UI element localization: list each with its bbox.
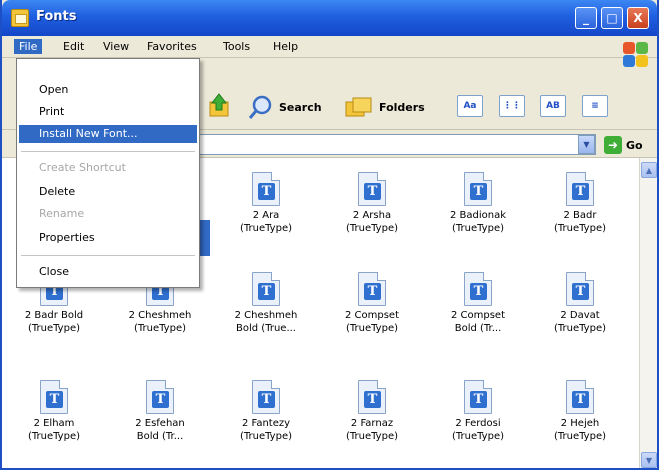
truetype-font-icon: T xyxy=(252,172,280,206)
view-list-by-similarity-button[interactable]: Aa xyxy=(457,95,483,117)
maximize-button[interactable]: □ xyxy=(601,7,623,29)
menu-file[interactable]: File xyxy=(14,39,43,54)
search-icon xyxy=(248,95,272,119)
window-title: Fonts xyxy=(36,9,77,24)
font-item[interactable]: T 2 Ara (TrueType) xyxy=(218,172,314,235)
fonts-window: Fonts _ □ X File Edit View Favorites Too… xyxy=(0,0,659,470)
selected-item-highlight xyxy=(200,220,210,256)
menu-separator xyxy=(21,255,195,256)
menu-item-create-shortcut: Create Shortcut xyxy=(39,161,126,174)
fonts-folder-icon xyxy=(11,9,29,27)
truetype-font-icon: T xyxy=(464,380,492,414)
menu-help[interactable]: Help xyxy=(268,39,303,54)
view-details-button[interactable]: ≡ xyxy=(582,95,608,117)
search-button[interactable]: Search xyxy=(248,94,322,120)
font-item[interactable]: T 2 Ferdosi (TrueType) xyxy=(430,380,526,443)
menu-view[interactable]: View xyxy=(98,39,134,54)
font-item[interactable]: T 2 Compset Bold (Tr... xyxy=(430,272,526,335)
font-item[interactable]: T 2 Hejeh (TrueType) xyxy=(532,380,628,443)
address-dropdown-icon[interactable]: ▼ xyxy=(578,135,595,154)
go-label: Go xyxy=(626,138,643,152)
font-item[interactable]: T 2 Farnaz (TrueType) xyxy=(324,380,420,443)
windows-logo-icon xyxy=(621,40,651,70)
menu-item-delete[interactable]: Delete xyxy=(19,183,197,201)
font-item[interactable]: T 2 Badionak (TrueType) xyxy=(430,172,526,235)
menu-tools[interactable]: Tools xyxy=(218,39,255,54)
truetype-font-icon: T xyxy=(146,380,174,414)
folders-icon xyxy=(345,97,372,117)
close-button[interactable]: X xyxy=(627,7,649,29)
truetype-font-icon: T xyxy=(252,380,280,414)
truetype-font-icon: T xyxy=(252,272,280,306)
view-large-icons-button[interactable]: AB xyxy=(540,95,566,117)
menu-item-rename: Rename xyxy=(39,207,85,220)
menu-item-open[interactable]: Open xyxy=(19,81,197,99)
go-button[interactable]: ➜ Go xyxy=(604,136,643,154)
font-item[interactable]: T 2 Cheshmeh Bold (True... xyxy=(218,272,314,335)
up-folder-icon[interactable] xyxy=(208,92,230,118)
truetype-font-icon: T xyxy=(358,172,386,206)
menu-bar: File Edit View Favorites Tools Help xyxy=(2,36,657,58)
scroll-down-icon[interactable]: ▼ xyxy=(641,452,657,468)
menu-item-properties[interactable]: Properties xyxy=(19,229,197,247)
font-item[interactable]: T 2 Badr (TrueType) xyxy=(532,172,628,235)
truetype-font-icon: T xyxy=(358,380,386,414)
font-item[interactable]: T 2 Arsha (TrueType) xyxy=(324,172,420,235)
menu-item-install-new-font[interactable]: Install New Font... xyxy=(19,125,197,143)
title-bar[interactable]: Fonts _ □ X xyxy=(2,0,657,36)
view-icons-button[interactable]: ⋮⋮ xyxy=(499,95,525,117)
address-field[interactable] xyxy=(198,134,596,155)
menu-favorites[interactable]: Favorites xyxy=(142,39,202,54)
font-item[interactable]: T 2 Fantezy (TrueType) xyxy=(218,380,314,443)
font-item[interactable]: T 2 Davat (TrueType) xyxy=(532,272,628,335)
truetype-font-icon: T xyxy=(566,172,594,206)
truetype-font-icon: T xyxy=(464,172,492,206)
truetype-font-icon: T xyxy=(464,272,492,306)
truetype-font-icon: T xyxy=(40,380,68,414)
menu-item-close[interactable]: Close xyxy=(19,263,197,281)
search-label: Search xyxy=(279,100,322,114)
vertical-scrollbar[interactable]: ▲ ▼ xyxy=(639,158,657,468)
menu-item-print[interactable]: Print xyxy=(19,103,197,121)
font-item[interactable]: T 2 Esfehan Bold (Tr... xyxy=(112,380,208,443)
folders-button[interactable]: Folders xyxy=(344,94,425,120)
truetype-font-icon: T xyxy=(566,380,594,414)
truetype-font-icon: T xyxy=(358,272,386,306)
menu-separator xyxy=(21,151,195,152)
scroll-up-icon[interactable]: ▲ xyxy=(641,162,657,178)
minimize-button[interactable]: _ xyxy=(575,7,597,29)
font-item[interactable]: T 2 Compset (TrueType) xyxy=(324,272,420,335)
menu-edit[interactable]: Edit xyxy=(58,39,89,54)
font-item[interactable]: T 2 Elham (TrueType) xyxy=(6,380,102,443)
go-arrow-icon: ➜ xyxy=(604,136,622,154)
truetype-font-icon: T xyxy=(566,272,594,306)
file-menu-dropdown: Open Print Install New Font... Create Sh… xyxy=(16,58,200,288)
folders-label: Folders xyxy=(379,100,425,114)
